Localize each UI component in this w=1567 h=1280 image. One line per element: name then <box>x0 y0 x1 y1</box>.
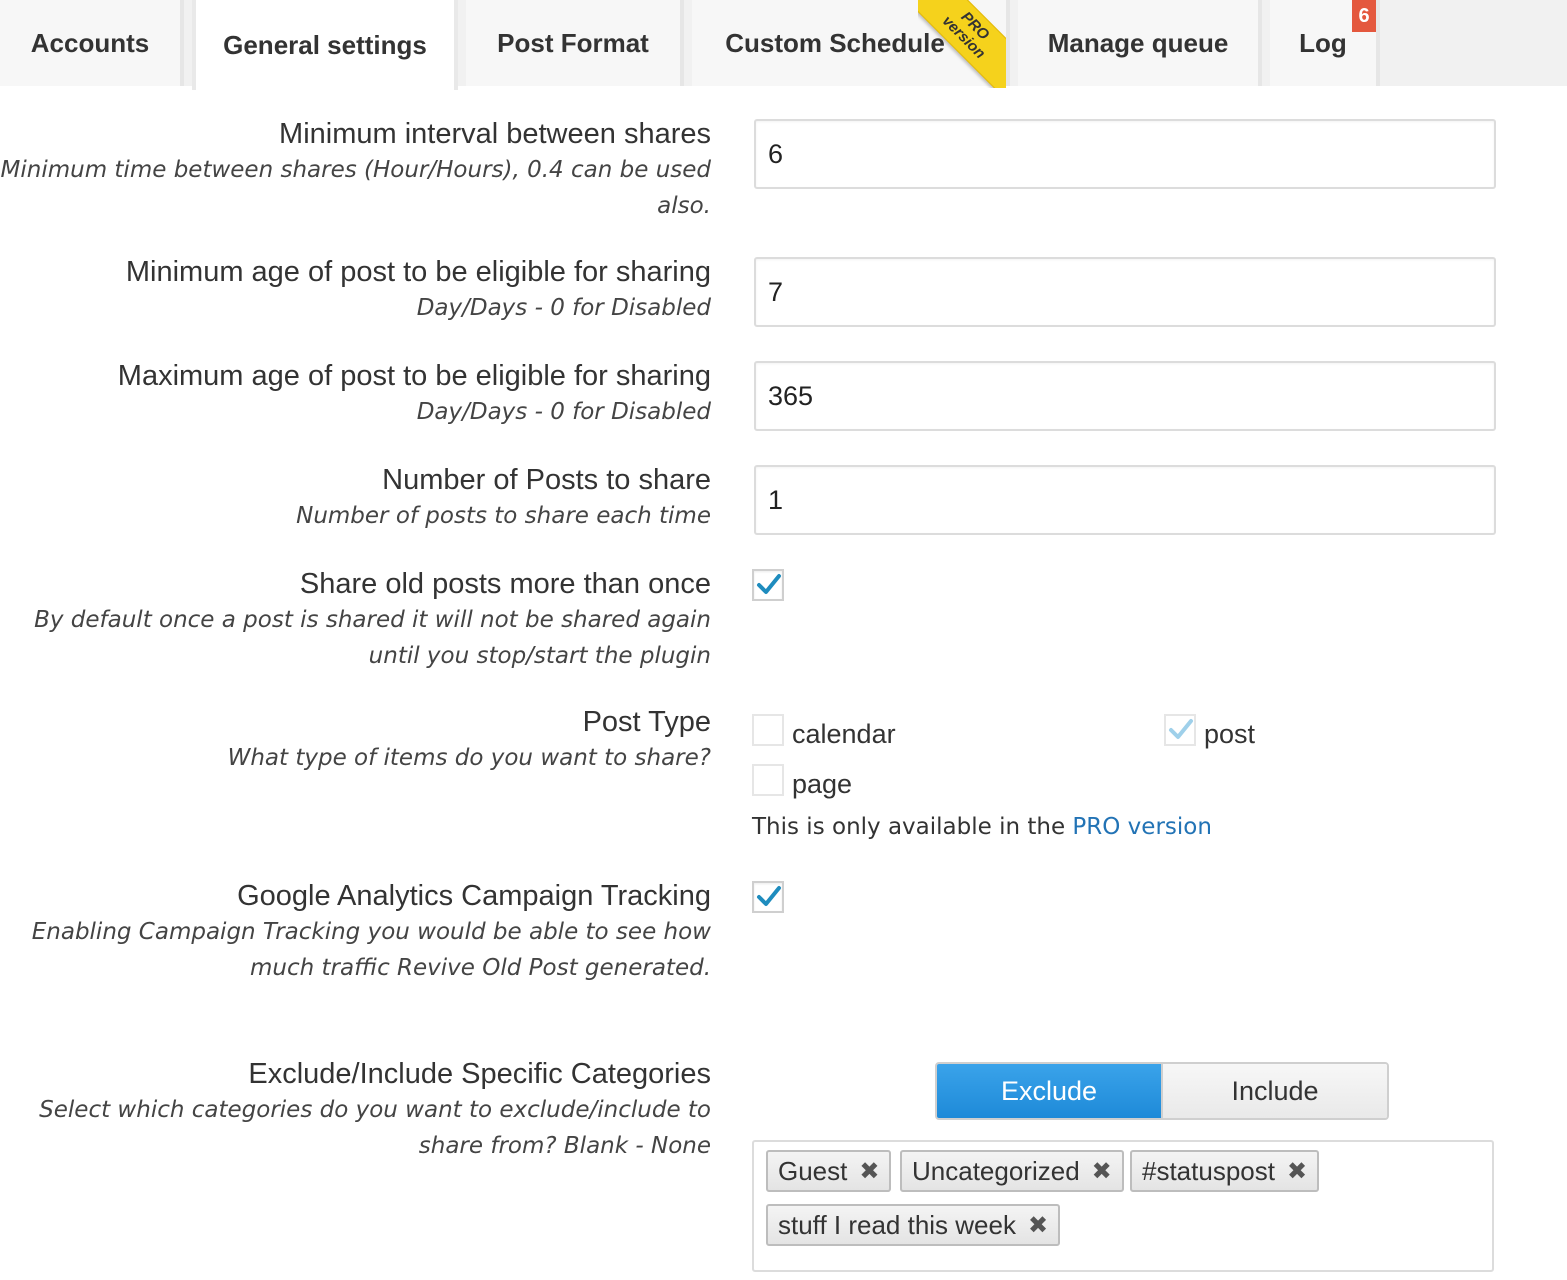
checkmark-icon <box>757 574 781 594</box>
exclude-button[interactable]: Exclude <box>937 1064 1161 1118</box>
field-description: Select which categories do you want to e… <box>39 1097 711 1123</box>
include-button[interactable]: Include <box>1161 1064 1387 1118</box>
remove-tag-icon[interactable]: ✖ <box>859 1157 879 1186</box>
tab-bar: Accounts General settings Post Format Cu… <box>0 0 1567 90</box>
field-description: Minimum time between shares (Hour/Hours)… <box>0 157 711 183</box>
min-age-input[interactable] <box>754 257 1496 327</box>
field-description: much traffic Revive Old Post generated. <box>250 955 711 981</box>
checkmark-icon <box>757 886 781 906</box>
tab-label: Manage queue <box>1047 27 1229 58</box>
field-title: Post Type <box>582 706 711 738</box>
exclude-include-toggle: Exclude Include <box>935 1062 1389 1120</box>
field-description: By default once a post is shared it will… <box>34 607 711 633</box>
tab-label: General settings <box>223 29 427 60</box>
post-type-calendar-checkbox[interactable] <box>752 714 784 746</box>
tab-label: Accounts <box>30 27 150 58</box>
field-description: also. <box>657 193 711 219</box>
field-description: share from? Blank - None <box>418 1133 711 1159</box>
tag-label: stuff I read this week <box>778 1209 1016 1240</box>
field-description: What type of items do you want to share? <box>227 745 711 771</box>
max-age-label: Maximum age of post to be eligible for s… <box>118 358 711 430</box>
pro-version-link[interactable]: PRO version <box>1072 814 1212 840</box>
tab-accounts[interactable]: Accounts <box>0 0 184 86</box>
field-title: Share old posts more than once <box>299 568 711 600</box>
category-tag: stuff I read this week ✖ <box>766 1204 1061 1246</box>
field-title: Minimum age of post to be eligible for s… <box>125 256 711 288</box>
min-interval-input[interactable] <box>754 119 1496 189</box>
field-title: Maximum age of post to be eligible for s… <box>117 360 711 392</box>
tag-label: Uncategorized <box>912 1155 1080 1186</box>
post-type-option-label: page <box>792 769 853 799</box>
category-tag: Guest ✖ <box>766 1150 892 1192</box>
field-title: Exclude/Include Specific Categories <box>248 1058 711 1090</box>
tab-post-format[interactable]: Post Format <box>466 0 684 86</box>
num-posts-label: Number of Posts to share Number of posts… <box>296 462 711 534</box>
pro-availability-note: This is only available in the PRO versio… <box>752 814 1212 840</box>
field-title: Number of Posts to share <box>382 464 711 496</box>
post-type-label: Post Type What type of items do you want… <box>228 704 711 776</box>
share-more-checkbox[interactable] <box>752 569 784 601</box>
num-posts-input[interactable] <box>754 465 1496 535</box>
post-type-option-label: post <box>1204 719 1256 749</box>
pro-note-text: This is only available in the <box>752 814 1073 840</box>
log-count-badge: 6 <box>1352 0 1376 32</box>
category-tag: #statuspost ✖ <box>1130 1150 1320 1192</box>
checkmark-icon <box>1169 719 1193 739</box>
tag-label: #statuspost <box>1142 1155 1275 1186</box>
field-description: until you stop/start the plugin <box>368 643 711 669</box>
field-title: Minimum interval between shares <box>279 118 711 150</box>
field-description: Number of posts to share each time <box>296 503 711 529</box>
field-description: Day/Days - 0 for Disabled <box>416 399 711 425</box>
field-title: Google Analytics Campaign Tracking <box>237 880 711 912</box>
remove-tag-icon[interactable]: ✖ <box>1028 1211 1048 1240</box>
field-description: Enabling Campaign Tracking you would be … <box>31 919 711 945</box>
ga-tracking-checkbox[interactable] <box>752 881 784 913</box>
ribbon-line2: version <box>938 12 989 63</box>
remove-tag-icon[interactable]: ✖ <box>1287 1157 1307 1186</box>
post-type-option-label: calendar <box>792 719 896 749</box>
tab-label: Log <box>1299 27 1347 58</box>
remove-tag-icon[interactable]: ✖ <box>1092 1157 1112 1186</box>
tab-label: Post Format <box>497 27 649 58</box>
tab-label: Custom Schedule <box>725 27 945 58</box>
tag-label: Guest <box>778 1155 848 1186</box>
field-description: Day/Days - 0 for Disabled <box>416 295 711 321</box>
tab-manage-queue[interactable]: Manage queue <box>1018 0 1262 86</box>
tab-general-settings[interactable]: General settings <box>192 0 458 90</box>
category-tags-input[interactable]: Guest ✖ Uncategorized ✖ #statuspost ✖ st… <box>752 1140 1494 1272</box>
tab-log[interactable]: Log 6 <box>1270 0 1380 86</box>
max-age-input[interactable] <box>754 361 1496 431</box>
post-type-page-checkbox[interactable] <box>752 764 784 796</box>
min-age-label: Minimum age of post to be eligible for s… <box>126 254 711 326</box>
min-interval-label: Minimum interval between shares Minimum … <box>1 116 711 224</box>
share-more-label: Share old posts more than once By defaul… <box>34 566 711 674</box>
ga-tracking-label: Google Analytics Campaign Tracking Enabl… <box>32 878 711 986</box>
post-type-post-checkbox[interactable] <box>1164 714 1196 746</box>
ribbon-line1: PRO <box>957 8 993 44</box>
categories-label: Exclude/Include Specific Categories Sele… <box>39 1056 711 1164</box>
category-tag: Uncategorized ✖ <box>900 1150 1124 1192</box>
tab-custom-schedule[interactable]: Custom Schedule PRO version <box>692 0 1010 88</box>
